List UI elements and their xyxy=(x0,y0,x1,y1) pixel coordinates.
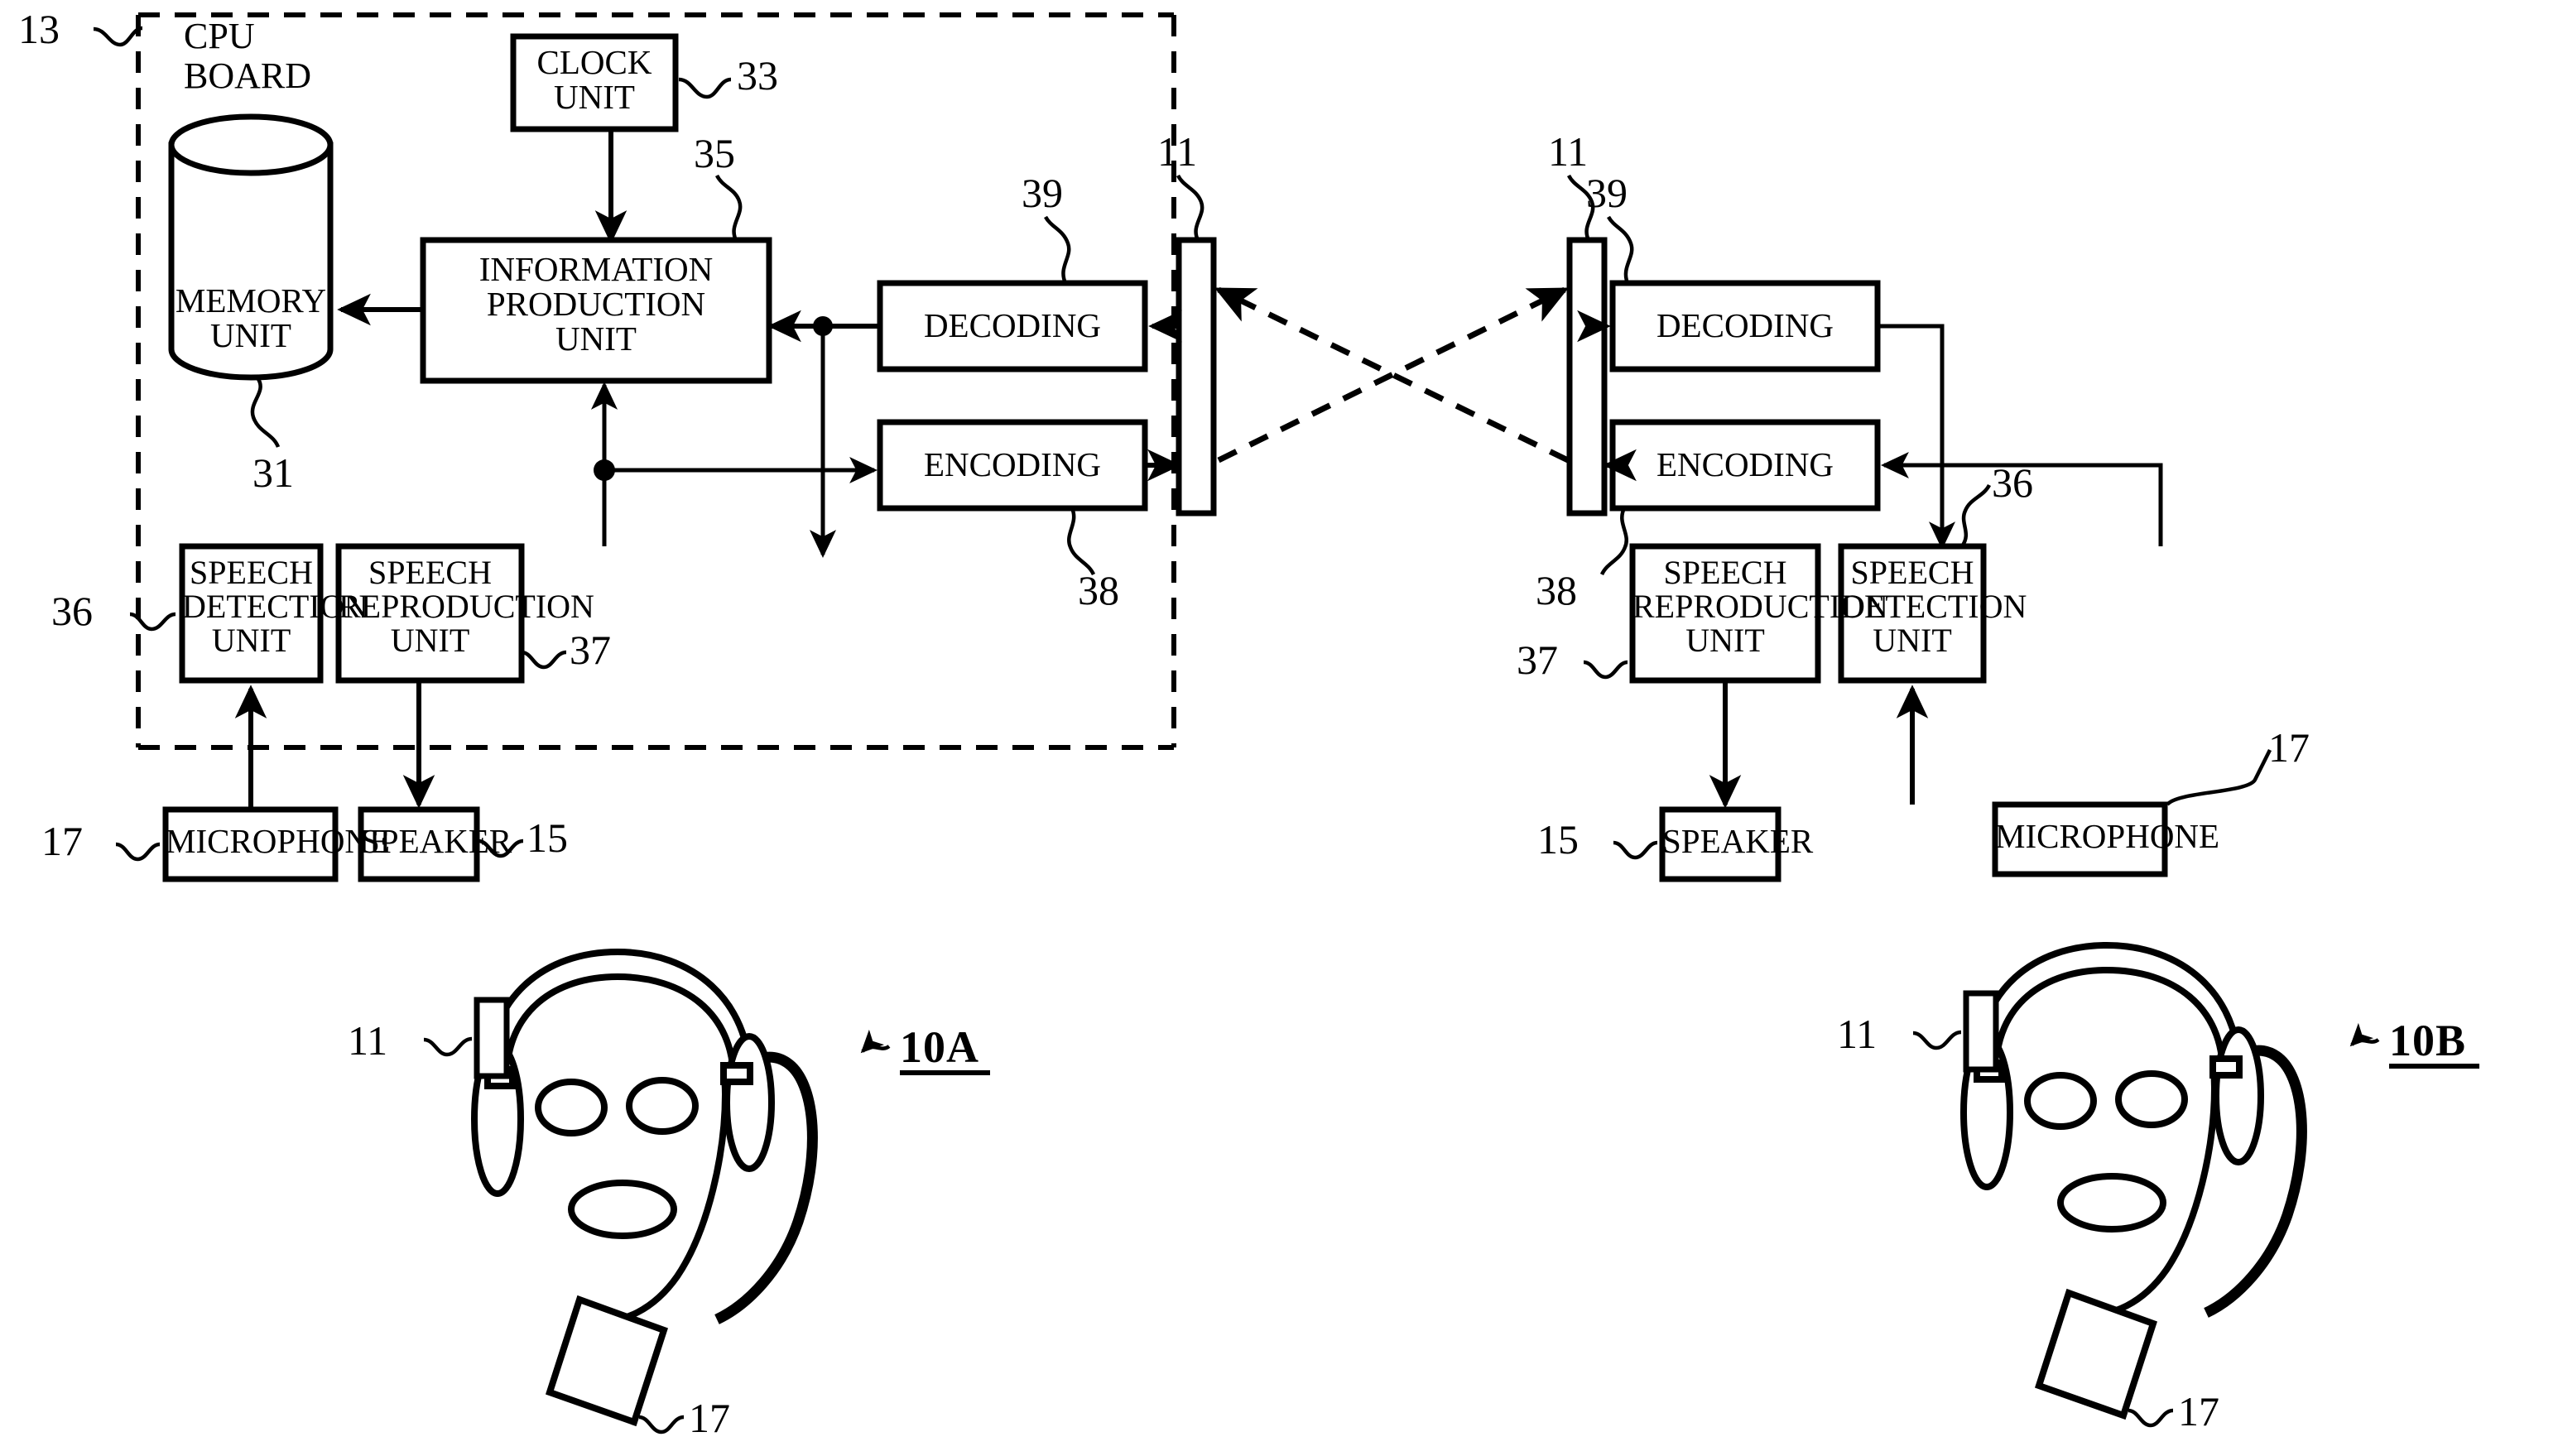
lead-line-37-left xyxy=(521,650,567,670)
ref-arrow-10b xyxy=(2349,1022,2380,1047)
antenna-bar-right xyxy=(1566,237,1608,517)
decoding-label-right: DECODING xyxy=(1656,306,1834,344)
lead-line-39-right xyxy=(1607,215,1634,284)
lead-line-15-right xyxy=(1613,840,1658,860)
lead-line-13 xyxy=(93,26,143,47)
ref-37-right: 37 xyxy=(1517,637,1558,683)
ref-17-headset-a: 17 xyxy=(689,1395,730,1441)
ref-11-right: 11 xyxy=(1548,128,1589,175)
lead-line-17-left xyxy=(115,842,161,862)
ref-11-headset-a: 11 xyxy=(348,1017,388,1064)
speech-detection-unit-label-right: SPEECH DETECTION UNIT xyxy=(1841,554,2027,659)
lead-line-17-headset-a xyxy=(638,1415,685,1434)
ref-15-left: 15 xyxy=(527,814,568,861)
ref-37-left: 37 xyxy=(570,627,611,673)
antenna-bar-left xyxy=(1176,237,1217,517)
ref-38-left: 38 xyxy=(1078,567,1119,613)
speaker-label-left: SPEAKER xyxy=(361,822,512,860)
lead-line-11-headset-b xyxy=(1912,1030,1962,1050)
ref-11-left: 11 xyxy=(1157,128,1198,175)
lead-line-35 xyxy=(714,174,743,242)
speech-reproduction-unit-label-right: SPEECH REPRODUCTION UNIT xyxy=(1632,554,1888,659)
ref-36-right: 36 xyxy=(1992,459,2033,506)
lead-line-11-headset-a xyxy=(423,1036,473,1057)
ref-33: 33 xyxy=(737,52,778,99)
cpu-board-label: CPU BOARD xyxy=(184,16,312,96)
microphone-label-left: MICROPHONE xyxy=(166,822,391,860)
lead-line-31 xyxy=(250,377,281,448)
ref-10a: 10A xyxy=(900,1022,979,1072)
ref-31: 31 xyxy=(252,449,294,496)
ref-35: 35 xyxy=(694,130,735,176)
headset-illustration-10a xyxy=(423,948,891,1434)
lead-line-11-left xyxy=(1176,174,1204,242)
speech-reproduction-unit-label-left: SPEECH REPRODUCTION UNIT xyxy=(339,554,594,659)
lead-line-38-right xyxy=(1599,507,1628,576)
lead-line-38-left xyxy=(1067,507,1096,576)
ref-39-left: 39 xyxy=(1022,170,1063,216)
headset-antenna-10b xyxy=(1963,990,1999,1073)
decoding-label-left: DECODING xyxy=(923,306,1102,344)
encoding-label-right: ENCODING xyxy=(1656,445,1834,483)
encoding-label-left: ENCODING xyxy=(923,445,1102,483)
ref-13: 13 xyxy=(18,6,60,52)
lead-line-36-right xyxy=(1960,483,1992,548)
ref-arrow-10a xyxy=(860,1029,891,1054)
lead-line-17-headset-b xyxy=(2128,1408,2174,1428)
memory-unit-label: MEMORY UNIT xyxy=(175,281,327,354)
ref-39-right: 39 xyxy=(1586,170,1628,216)
speech-detection-unit-label-left: SPEECH DETECTION UNIT xyxy=(182,554,368,659)
ref-36-left: 36 xyxy=(51,588,93,634)
patent-figure-canvas: CPU BOARD 13 CLOCK UNIT 33 MEMORY UNIT 31 I… xyxy=(0,0,2558,1456)
headset-illustration-10b xyxy=(1912,941,2380,1428)
diagram-vector-layer xyxy=(93,12,2479,1434)
lead-line-36-left xyxy=(129,612,176,632)
ref-17-right: 17 xyxy=(2268,724,2310,771)
ref-17-left: 17 xyxy=(41,818,83,864)
ref-11-headset-b: 11 xyxy=(1837,1011,1878,1057)
ref-15-right: 15 xyxy=(1537,816,1579,863)
speaker-label-right: SPEAKER xyxy=(1662,822,1814,860)
ref-17-headset-b: 17 xyxy=(2178,1388,2219,1434)
ref-38-right: 38 xyxy=(1536,567,1577,613)
lead-line-39-left xyxy=(1044,215,1071,284)
connector-decoding-to-reproduction-right xyxy=(1878,324,1956,550)
lead-line-17-right xyxy=(2166,748,2272,806)
ref-10b: 10B xyxy=(2389,1016,2467,1065)
clock-unit-label: CLOCK UNIT xyxy=(536,43,652,116)
microphone-label-right: MICROPHONE xyxy=(1995,817,2220,855)
lead-line-33 xyxy=(678,77,732,99)
information-production-unit-label: INFORMATION PRODUCTION UNIT xyxy=(478,250,714,358)
headset-antenna-10a xyxy=(474,997,510,1079)
